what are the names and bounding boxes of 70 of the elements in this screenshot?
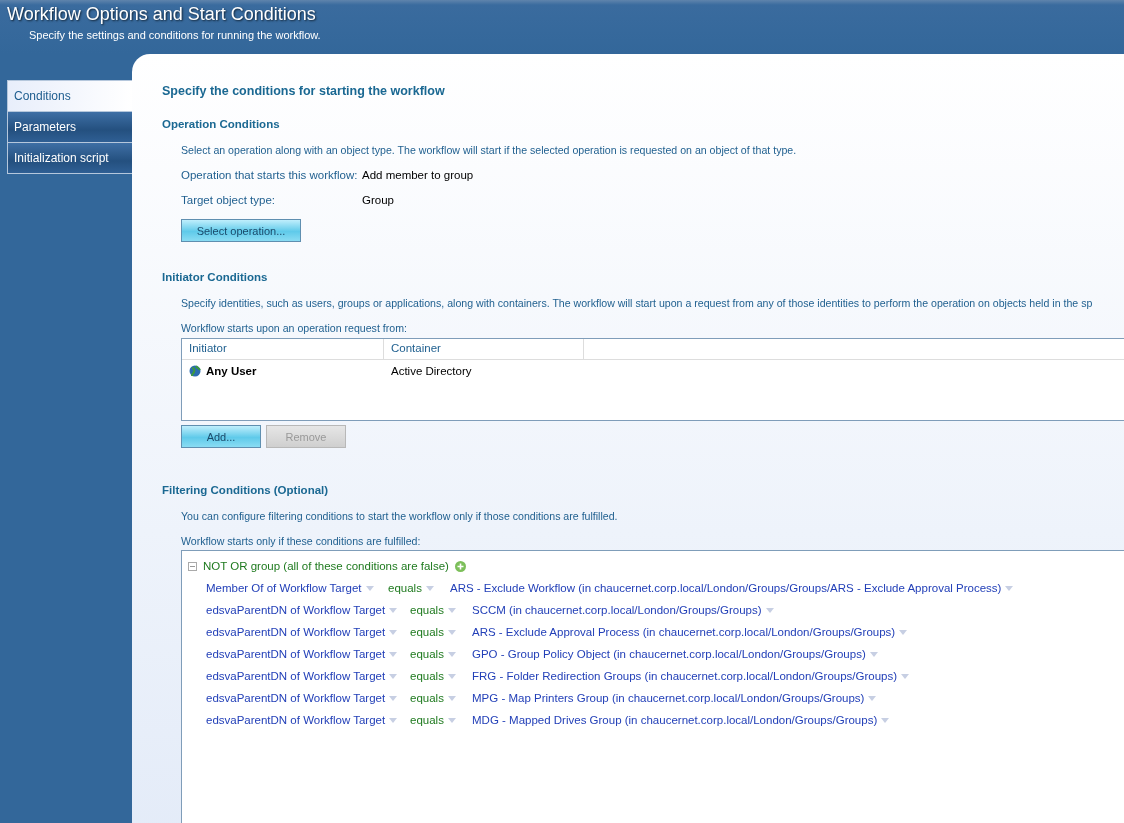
operator-dropdown[interactable]: equals <box>410 626 472 638</box>
property-dropdown[interactable]: edsvaParentDN of Workflow Target <box>206 670 410 682</box>
property-dropdown[interactable]: edsvaParentDN of Workflow Target <box>206 648 410 660</box>
operator-dropdown[interactable]: equals <box>410 692 472 704</box>
page-heading: Specify the conditions for starting the workflow <box>162 84 446 98</box>
window-title: Workflow Options and Start Conditions <box>7 4 316 25</box>
property-dropdown[interactable]: edsvaParentDN of Workflow Target <box>206 714 410 726</box>
window-subtitle: Specify the settings and conditions for running the workflow. <box>29 29 321 41</box>
operator-dropdown[interactable]: equals <box>410 714 472 726</box>
section-title: Operation Conditions <box>162 118 281 130</box>
value-dropdown[interactable]: ARS - Exclude Approval Process (in chaucernet.corp.local/London/Groups/Groups) <box>472 626 1124 638</box>
caret-icon <box>899 629 908 635</box>
property-dropdown[interactable]: edsvaParentDN of Workflow Target <box>206 692 410 704</box>
add-icon[interactable] <box>454 560 466 572</box>
list-label: Workflow starts only if these conditions are fulfilled: <box>181 535 421 547</box>
operator-dropdown[interactable]: equals <box>410 648 472 660</box>
section-title: Filtering Conditions (Optional) <box>162 484 330 496</box>
caret-icon <box>389 607 398 613</box>
value-dropdown[interactable]: GPO - Group Policy Object (in chaucernet.corp.local/London/Groups/Groups) <box>472 648 1124 660</box>
operator-dropdown[interactable]: equals <box>410 604 472 616</box>
value-dropdown[interactable]: SCCM (in chaucernet.corp.local/London/Groups/Groups) <box>472 604 1124 616</box>
operator-dropdown[interactable]: equals <box>388 582 450 594</box>
caret-icon <box>389 695 398 701</box>
caret-icon <box>447 717 456 723</box>
column-header[interactable]: Container <box>384 339 584 359</box>
caret-icon <box>765 607 774 613</box>
property-dropdown[interactable]: Member Of of Workflow Target <box>206 582 388 594</box>
caret-icon <box>1005 585 1014 591</box>
caret-icon <box>425 585 434 591</box>
add-button[interactable]: Add... <box>181 425 261 448</box>
caret-icon <box>869 651 878 657</box>
section-description: You can configure filtering conditions to start the workflow only if those conditions are fulfilled. <box>181 510 618 522</box>
field-value: Group <box>362 194 394 206</box>
section-title: Initiator Conditions <box>162 271 269 283</box>
initiator-name: Any User <box>206 365 257 377</box>
value-dropdown[interactable]: FRG - Folder Redirection Groups (in chaucernet.corp.local/London/Groups/Groups) <box>472 670 1124 682</box>
field-value: Add member to group <box>362 169 474 181</box>
sidebar-tab[interactable]: Initialization script <box>7 143 132 174</box>
caret-icon <box>447 651 456 657</box>
caret-icon <box>447 607 456 613</box>
column-header[interactable]: Initiator <box>182 339 384 359</box>
list-label: Workflow starts upon an operation request from: <box>181 322 407 334</box>
sidebar-tab[interactable]: Conditions <box>7 80 132 112</box>
caret-icon <box>365 585 374 591</box>
field-label: Operation that starts this workflow: <box>181 169 359 181</box>
caret-icon <box>447 695 456 701</box>
caret-icon <box>389 629 398 635</box>
caret-icon <box>868 695 877 701</box>
section-description: Specify identities, such as users, groups or applications, along with containers. The workflow will start upon a request from any of those identities to perform the operation on objects held in the sp <box>181 297 1093 309</box>
caret-icon <box>447 629 456 635</box>
globe-icon <box>189 365 201 377</box>
select-operation-button[interactable]: Select operation... <box>181 219 301 242</box>
value-dropdown[interactable]: MDG - Mapped Drives Group (in chaucernet.corp.local/London/Groups/Groups) <box>472 714 1124 726</box>
group-label: NOT OR group (all of these conditions are false) <box>203 560 449 572</box>
value-dropdown[interactable]: ARS - Exclude Workflow (in chaucernet.corp.local/London/Groups/Groups/ARS - Exclude Approval Process) <box>450 582 1124 594</box>
sidebar-tab[interactable]: Parameters <box>7 112 132 143</box>
section-description: Select an operation along with an object type. The workflow will start if the selected operation is requested on an object of that type. <box>181 144 797 156</box>
caret-icon <box>901 673 910 679</box>
caret-icon <box>389 651 398 657</box>
property-dropdown[interactable]: edsvaParentDN of Workflow Target <box>206 626 410 638</box>
property-dropdown[interactable]: edsvaParentDN of Workflow Target <box>206 604 410 616</box>
caret-icon <box>881 717 890 723</box>
operator-dropdown[interactable]: equals <box>410 670 472 682</box>
caret-icon <box>389 717 398 723</box>
container-cell-text: Active Directory <box>390 364 473 379</box>
caret-icon <box>389 673 398 679</box>
field-label: Target object type: <box>181 194 276 206</box>
value-dropdown[interactable]: MPG - Map Printers Group (in chaucernet.corp.local/London/Groups/Groups) <box>472 692 1124 704</box>
caret-icon <box>447 673 456 679</box>
collapse-toggle[interactable] <box>188 561 197 571</box>
